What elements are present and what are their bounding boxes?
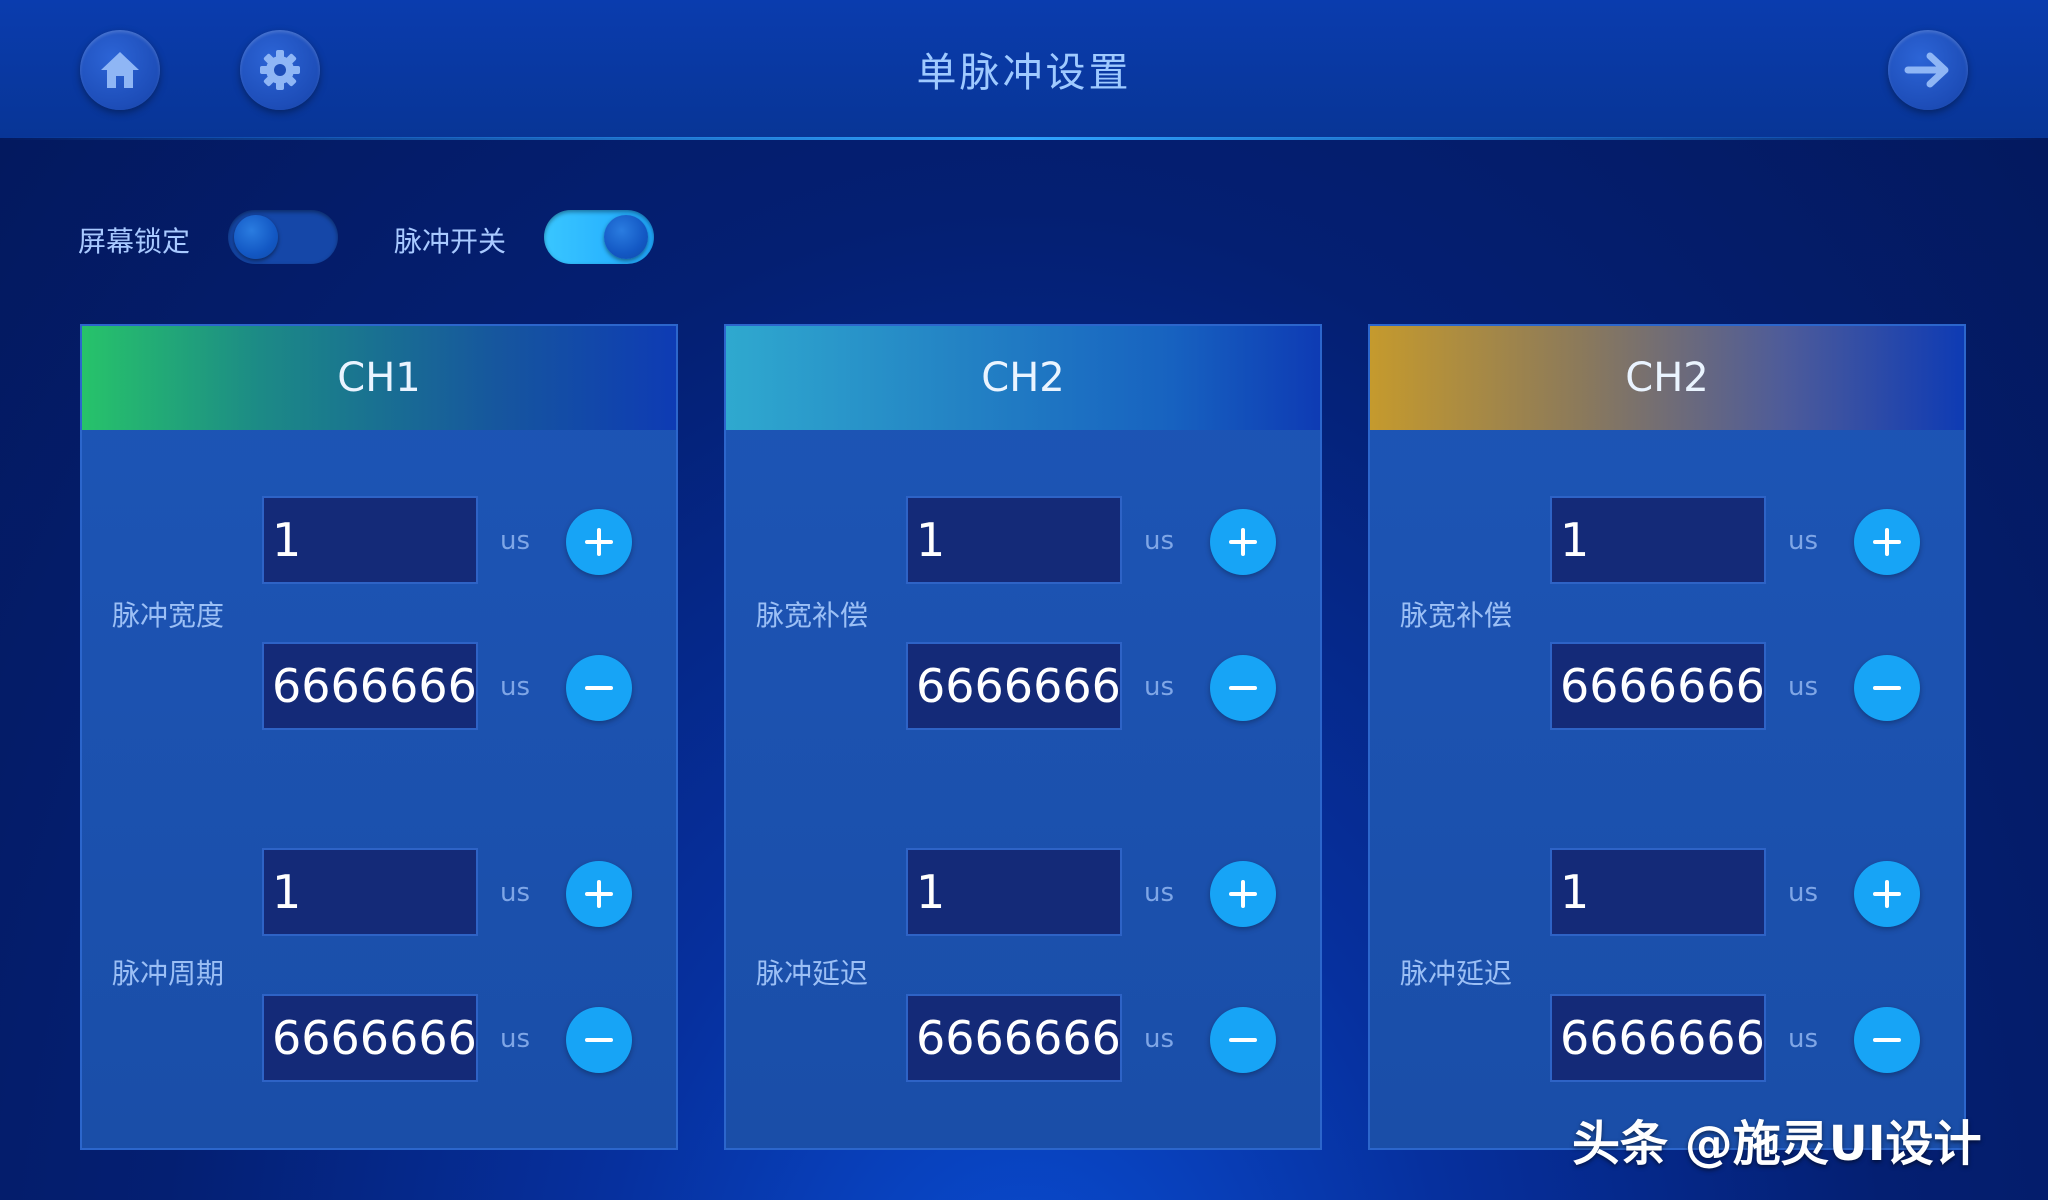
increment-button[interactable] <box>1210 509 1276 575</box>
header-divider <box>0 137 2048 140</box>
param-label: 脉冲延迟 <box>1400 957 1513 990</box>
plus-icon <box>1229 880 1257 908</box>
param-label: 脉宽补偿 <box>756 599 869 632</box>
unit-label: us <box>1144 1024 1175 1054</box>
value-input[interactable]: 1 <box>906 496 1122 584</box>
channel-panel-3: CH2 脉宽补偿 1 us 6666666 us 脉冲延迟 1 us 66666… <box>1368 324 1966 1150</box>
increment-button[interactable] <box>566 861 632 927</box>
unit-label: us <box>1788 526 1819 556</box>
next-button[interactable] <box>1888 30 1968 110</box>
param-label: 脉宽补偿 <box>1400 599 1513 632</box>
page-title: 单脉冲设置 <box>916 50 1132 96</box>
plus-icon <box>1873 528 1901 556</box>
pulse-switch-label: 脉冲开关 <box>394 225 507 258</box>
minus-icon <box>585 1038 613 1042</box>
plus-icon <box>585 528 613 556</box>
unit-label: us <box>500 526 531 556</box>
value-input[interactable]: 6666666 <box>1550 994 1766 1082</box>
toggle-knob <box>234 215 278 259</box>
increment-button[interactable] <box>1854 509 1920 575</box>
value-input[interactable]: 6666666 <box>906 994 1122 1082</box>
minus-icon <box>1873 1038 1901 1042</box>
panel-title: CH1 <box>82 326 676 430</box>
channel-panel-2: CH2 脉宽补偿 1 us 6666666 us 脉冲延迟 1 us 66666… <box>724 324 1322 1150</box>
decrement-button[interactable] <box>1210 1007 1276 1073</box>
panel-title: CH2 <box>1370 326 1964 430</box>
unit-label: us <box>500 672 531 702</box>
minus-icon <box>1873 686 1901 690</box>
unit-label: us <box>500 1024 531 1054</box>
unit-label: us <box>500 878 531 908</box>
unit-label: us <box>1788 672 1819 702</box>
arrow-right-icon <box>1904 52 1949 88</box>
decrement-button[interactable] <box>566 1007 632 1073</box>
param-label: 脉冲周期 <box>112 957 225 990</box>
unit-label: us <box>1788 878 1819 908</box>
unit-label: us <box>1788 1024 1819 1054</box>
decrement-button[interactable] <box>566 655 632 721</box>
panel-title: CH2 <box>726 326 1320 430</box>
decrement-button[interactable] <box>1210 655 1276 721</box>
minus-icon <box>585 686 613 690</box>
plus-icon <box>1873 880 1901 908</box>
screen-lock-toggle[interactable] <box>228 210 338 264</box>
param-label: 脉冲延迟 <box>756 957 869 990</box>
pulse-switch-toggle[interactable] <box>544 210 654 264</box>
unit-label: us <box>1144 672 1175 702</box>
value-input[interactable]: 6666666 <box>262 994 478 1082</box>
minus-icon <box>1229 686 1257 690</box>
increment-button[interactable] <box>1854 861 1920 927</box>
increment-button[interactable] <box>1210 861 1276 927</box>
decrement-button[interactable] <box>1854 655 1920 721</box>
param-label: 脉冲宽度 <box>112 599 225 632</box>
value-input[interactable]: 6666666 <box>1550 642 1766 730</box>
decrement-button[interactable] <box>1854 1007 1920 1073</box>
unit-label: us <box>1144 878 1175 908</box>
value-input[interactable]: 1 <box>262 848 478 936</box>
value-input[interactable]: 1 <box>906 848 1122 936</box>
value-input[interactable]: 6666666 <box>906 642 1122 730</box>
screen-lock-label: 屏幕锁定 <box>78 225 191 258</box>
value-input[interactable]: 6666666 <box>262 642 478 730</box>
toggle-knob <box>604 215 648 259</box>
channel-panel-1: CH1 脉冲宽度 1 us 6666666 us 脉冲周期 1 us 66666… <box>80 324 678 1150</box>
watermark: 头条 @施灵UI设计 <box>1572 1116 1982 1172</box>
unit-label: us <box>1144 526 1175 556</box>
value-input[interactable]: 1 <box>262 496 478 584</box>
plus-icon <box>1229 528 1257 556</box>
increment-button[interactable] <box>566 509 632 575</box>
plus-icon <box>585 880 613 908</box>
value-input[interactable]: 1 <box>1550 496 1766 584</box>
value-input[interactable]: 1 <box>1550 848 1766 936</box>
minus-icon <box>1229 1038 1257 1042</box>
